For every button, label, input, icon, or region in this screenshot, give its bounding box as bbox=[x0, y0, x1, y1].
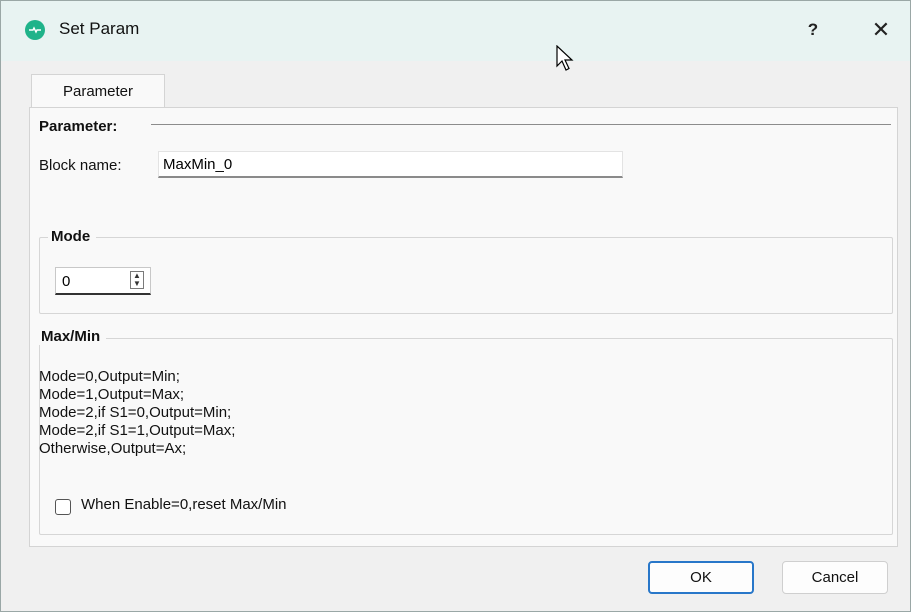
help-button[interactable]: ? bbox=[791, 13, 835, 47]
mode-spinbox[interactable]: 0 ▲ ▼ bbox=[55, 267, 151, 295]
mode-group bbox=[39, 237, 893, 314]
description-line: Mode=2,if S1=1,Output=Max; bbox=[39, 422, 236, 439]
title-bar[interactable]: Set Param ? ✕ bbox=[1, 1, 910, 61]
cancel-button[interactable]: Cancel bbox=[782, 561, 888, 594]
mouse-cursor-icon bbox=[556, 45, 574, 71]
block-name-input[interactable] bbox=[158, 151, 623, 178]
mode-value: 0 bbox=[62, 273, 71, 290]
description-line: Otherwise,Output=Ax; bbox=[39, 440, 187, 457]
ok-button[interactable]: OK bbox=[648, 561, 754, 594]
description-line: Mode=0,Output=Min; bbox=[39, 368, 180, 385]
close-button[interactable]: ✕ bbox=[859, 13, 903, 47]
maxmin-heading: Max/Min bbox=[39, 328, 107, 345]
reset-maxmin-label[interactable]: When Enable=0,reset Max/Min bbox=[81, 496, 287, 513]
spin-arrows[interactable]: ▲ ▼ bbox=[130, 271, 144, 289]
block-name-label: Block name: bbox=[39, 157, 122, 174]
description-line: Mode=1,Output=Max; bbox=[39, 386, 185, 403]
mode-heading: Mode bbox=[48, 228, 97, 245]
spin-down-icon[interactable]: ▼ bbox=[131, 280, 143, 288]
parameter-heading: Parameter: bbox=[39, 118, 124, 135]
set-param-dialog: Set Param ? ✕ Parameter Parameter: Block… bbox=[0, 0, 911, 612]
tab-parameter[interactable]: Parameter bbox=[31, 74, 165, 109]
window-title: Set Param bbox=[59, 19, 140, 38]
section-divider bbox=[151, 124, 891, 125]
app-logo-icon bbox=[25, 20, 45, 40]
description-line: Mode=2,if S1=0,Output=Min; bbox=[39, 404, 232, 421]
reset-maxmin-checkbox[interactable] bbox=[55, 499, 71, 515]
